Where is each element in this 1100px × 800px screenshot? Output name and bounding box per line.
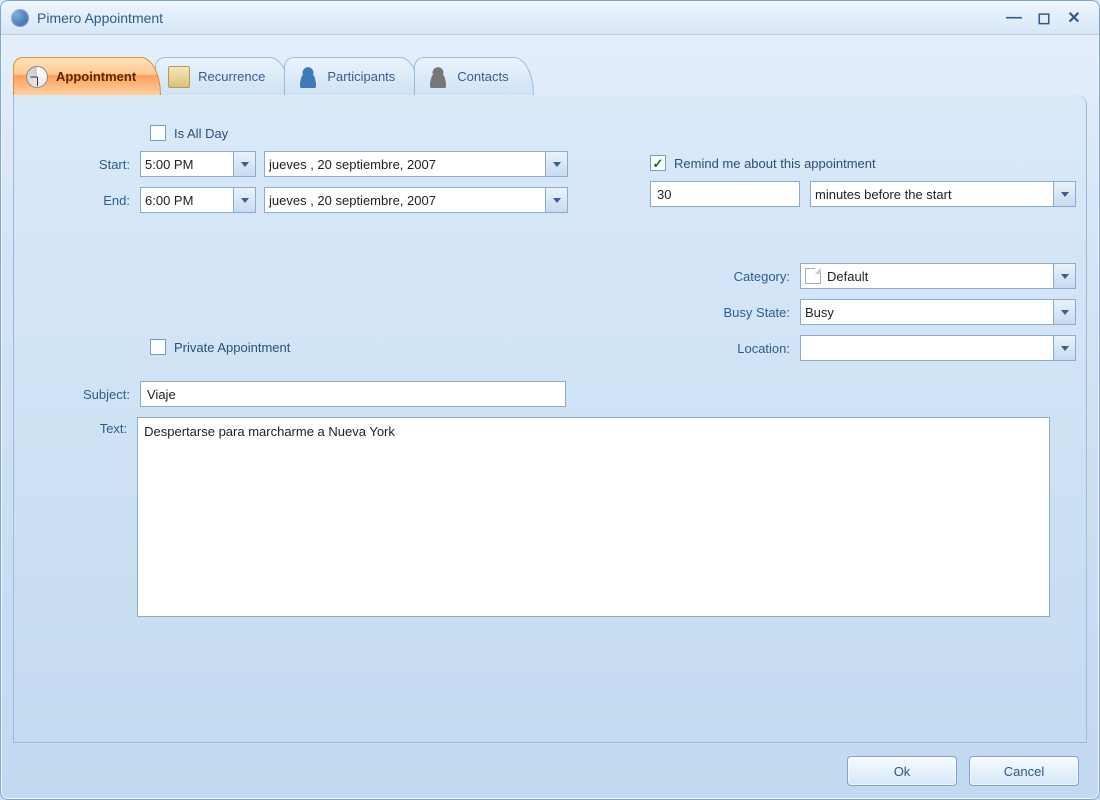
subject-value: Viaje bbox=[147, 387, 176, 402]
start-time-value: 5:00 PM bbox=[145, 157, 193, 172]
clock-icon bbox=[26, 66, 48, 88]
form-panel: Is All Day Start: 5:00 PM jueves , 20 se… bbox=[13, 95, 1087, 743]
subject-label: Subject: bbox=[50, 387, 140, 402]
chevron-down-icon[interactable] bbox=[1053, 264, 1075, 288]
ok-button-label: Ok bbox=[894, 764, 911, 779]
remind-checkbox[interactable] bbox=[650, 155, 666, 171]
end-date-value: jueves , 20 septiembre, 2007 bbox=[269, 193, 436, 208]
category-dropdown[interactable]: Default bbox=[800, 263, 1076, 289]
remind-value-input[interactable]: 30 bbox=[650, 181, 800, 207]
text-textarea[interactable]: Despertarse para marcharme a Nueva York bbox=[137, 417, 1050, 617]
tab-recurrence[interactable]: Recurrence bbox=[155, 57, 290, 95]
is-all-day-label: Is All Day bbox=[174, 126, 228, 141]
dialog-footer: Ok Cancel bbox=[1, 743, 1099, 799]
chevron-down-icon[interactable] bbox=[545, 152, 567, 176]
tab-bar: Appointment Recurrence Participants Cont… bbox=[1, 35, 1099, 95]
chevron-down-icon[interactable] bbox=[1053, 182, 1075, 206]
text-value: Despertarse para marcharme a Nueva York bbox=[144, 424, 395, 439]
cancel-button[interactable]: Cancel bbox=[969, 756, 1079, 786]
person-icon bbox=[427, 66, 449, 88]
app-icon bbox=[11, 9, 29, 27]
chevron-down-icon[interactable] bbox=[1053, 336, 1075, 360]
start-label: Start: bbox=[50, 157, 140, 172]
titlebar: Pimero Appointment — ◻ ✕ bbox=[1, 1, 1099, 35]
end-date-combo[interactable]: jueves , 20 septiembre, 2007 bbox=[264, 187, 568, 213]
cancel-button-label: Cancel bbox=[1004, 764, 1044, 779]
end-time-combo[interactable]: 6:00 PM bbox=[140, 187, 256, 213]
remind-unit-value: minutes before the start bbox=[815, 187, 952, 202]
folder-icon bbox=[168, 66, 190, 88]
tab-appointment-label: Appointment bbox=[56, 69, 136, 84]
is-all-day-checkbox[interactable] bbox=[150, 125, 166, 141]
start-date-value: jueves , 20 septiembre, 2007 bbox=[269, 157, 436, 172]
tab-recurrence-label: Recurrence bbox=[198, 69, 265, 84]
busy-state-dropdown[interactable]: Busy bbox=[800, 299, 1076, 325]
chevron-down-icon[interactable] bbox=[233, 152, 255, 176]
minimize-button[interactable]: — bbox=[999, 9, 1029, 27]
end-label: End: bbox=[50, 193, 140, 208]
category-value: Default bbox=[827, 269, 868, 284]
person-icon bbox=[297, 66, 319, 88]
tab-appointment[interactable]: Appointment bbox=[13, 57, 161, 95]
text-label: Text: bbox=[50, 417, 137, 436]
start-time-combo[interactable]: 5:00 PM bbox=[140, 151, 256, 177]
private-label: Private Appointment bbox=[174, 340, 290, 355]
chevron-down-icon[interactable] bbox=[545, 188, 567, 212]
tab-contacts[interactable]: Contacts bbox=[414, 57, 533, 95]
start-date-combo[interactable]: jueves , 20 septiembre, 2007 bbox=[264, 151, 568, 177]
chevron-down-icon[interactable] bbox=[1053, 300, 1075, 324]
location-dropdown[interactable] bbox=[800, 335, 1076, 361]
chevron-down-icon[interactable] bbox=[233, 188, 255, 212]
private-checkbox[interactable] bbox=[150, 339, 166, 355]
remind-unit-dropdown[interactable]: minutes before the start bbox=[810, 181, 1076, 207]
tab-participants-label: Participants bbox=[327, 69, 395, 84]
remind-value: 30 bbox=[657, 187, 671, 202]
busy-state-value: Busy bbox=[805, 305, 834, 320]
remind-label: Remind me about this appointment bbox=[674, 156, 876, 171]
close-button[interactable]: ✕ bbox=[1059, 8, 1089, 28]
category-label: Category: bbox=[650, 269, 800, 284]
window-title: Pimero Appointment bbox=[37, 10, 163, 26]
location-label: Location: bbox=[650, 341, 800, 356]
document-icon bbox=[805, 268, 821, 284]
subject-input[interactable]: Viaje bbox=[140, 381, 566, 407]
busy-state-label: Busy State: bbox=[650, 305, 800, 320]
ok-button[interactable]: Ok bbox=[847, 756, 957, 786]
maximize-button[interactable]: ◻ bbox=[1029, 8, 1059, 28]
tab-contacts-label: Contacts bbox=[457, 69, 508, 84]
tab-participants[interactable]: Participants bbox=[284, 57, 420, 95]
end-time-value: 6:00 PM bbox=[145, 193, 193, 208]
appointment-dialog: Pimero Appointment — ◻ ✕ Appointment Rec… bbox=[0, 0, 1100, 800]
